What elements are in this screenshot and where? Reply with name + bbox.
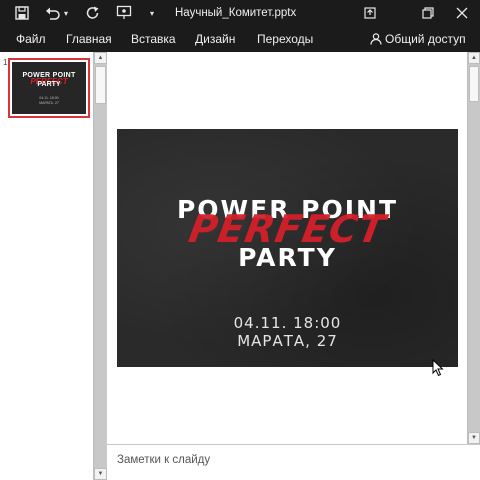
menu-transitions[interactable]: Переходы xyxy=(257,26,313,52)
share-label: Общий доступ xyxy=(385,32,466,46)
undo-dropdown-icon[interactable]: ▾ xyxy=(62,3,70,23)
scroll-down-icon[interactable]: ▼ xyxy=(468,432,480,444)
scrollbar-thumb[interactable] xyxy=(469,66,479,102)
scrollbar-thumb[interactable] xyxy=(95,66,106,104)
thumbnail-pane: 1 POWER POINT PERFECT PARTY 04.11. 18:00… xyxy=(0,52,93,480)
slide[interactable]: POWER POINT PERFECT PARTY 04.11. 18:00 М… xyxy=(117,129,458,367)
slideshow-icon[interactable] xyxy=(114,3,134,23)
menu-file[interactable]: Файл xyxy=(16,26,46,52)
thumb-title-line2: PARTY xyxy=(37,81,61,88)
notes-pane[interactable]: Заметки к слайду xyxy=(107,444,480,480)
slide-scrollbar[interactable]: ▲ ▼ xyxy=(467,52,480,444)
notes-placeholder: Заметки к слайду xyxy=(117,454,211,466)
menu-bar: Файл Главная Вставка Дизайн Переходы Общ… xyxy=(0,26,480,52)
document-title: Научный_Комитет.pptx xyxy=(175,7,297,19)
thumb-place: МАРАТА, 27 xyxy=(39,101,59,105)
close-icon[interactable] xyxy=(444,0,480,26)
menu-insert[interactable]: Вставка xyxy=(131,26,176,52)
cursor-icon xyxy=(432,358,444,382)
menu-design[interactable]: Дизайн xyxy=(195,26,235,52)
redo-icon[interactable] xyxy=(83,3,103,23)
title-bar: ▾ ▾ Научный_Комитет.pptx xyxy=(0,0,480,26)
slide-date[interactable]: 04.11. 18:00 xyxy=(117,314,458,332)
slide-place[interactable]: МАРАТА, 27 xyxy=(117,332,458,350)
thumbnail-preview: POWER POINT PERFECT PARTY 04.11. 18:00 М… xyxy=(12,62,86,114)
thumbnail-scrollbar[interactable]: ▲ ▼ xyxy=(93,52,107,480)
undo-icon[interactable] xyxy=(43,3,63,23)
scroll-down-icon[interactable]: ▼ xyxy=(94,468,107,480)
person-icon xyxy=(370,33,382,45)
customize-icon[interactable]: ▾ xyxy=(147,3,157,23)
slide-title-line2[interactable]: PARTY xyxy=(117,243,458,272)
save-icon[interactable] xyxy=(12,3,32,23)
menu-home[interactable]: Главная xyxy=(66,26,112,52)
fullscreen-icon[interactable] xyxy=(352,0,388,26)
slide-number: 1 xyxy=(3,58,8,67)
share-button[interactable]: Общий доступ xyxy=(370,26,466,52)
restore-icon[interactable] xyxy=(410,0,446,26)
scroll-up-icon[interactable]: ▲ xyxy=(94,52,107,64)
slide-thumbnail[interactable]: POWER POINT PERFECT PARTY 04.11. 18:00 М… xyxy=(8,58,90,118)
scroll-up-icon[interactable]: ▲ xyxy=(468,52,480,64)
thumb-date: 04.11. 18:00 xyxy=(39,96,59,100)
